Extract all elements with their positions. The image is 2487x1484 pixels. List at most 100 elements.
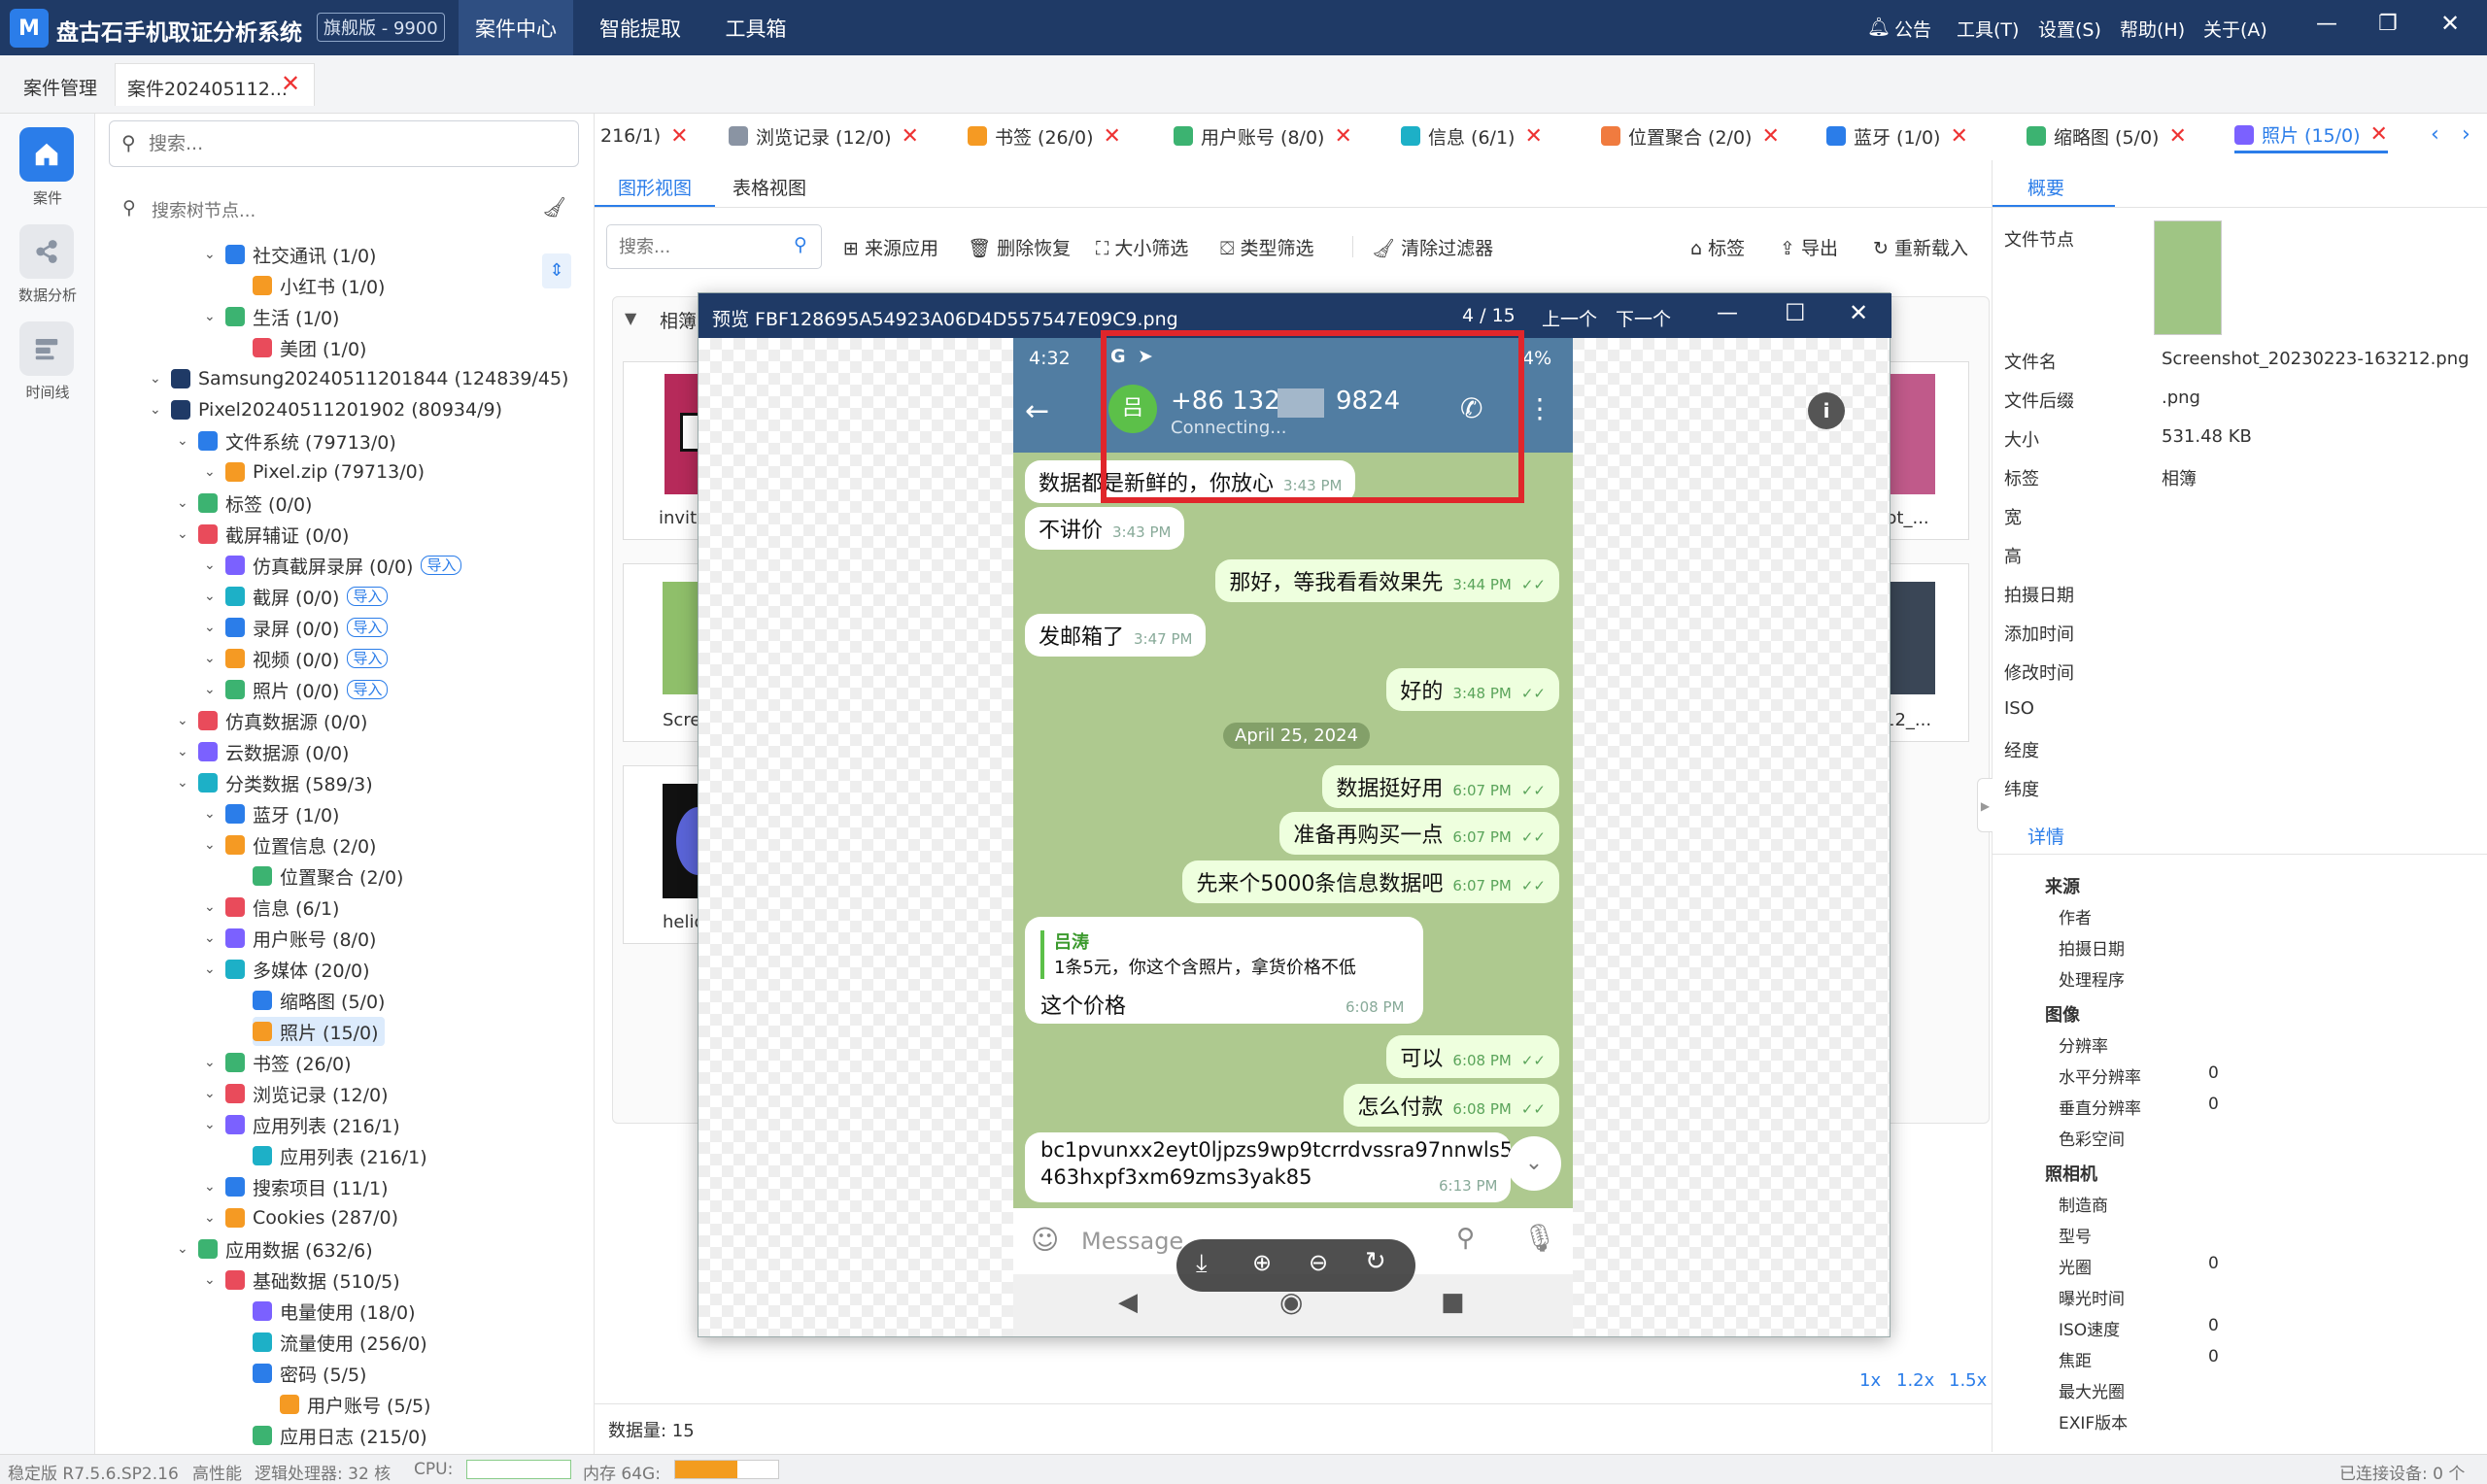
chevron-icon[interactable]: ⌄: [204, 1179, 216, 1195]
case-manage-tab[interactable]: 案件管理: [23, 74, 97, 100]
nav-toolbox[interactable]: 工具箱: [707, 0, 804, 55]
chevron-icon[interactable]: ⌄: [204, 589, 216, 604]
message-bubble[interactable]: 准备再购买一点 6:07 PM ✓✓: [1279, 812, 1559, 855]
tab-table-view[interactable]: 表格视图: [732, 174, 806, 200]
import-button[interactable]: 导入: [347, 680, 389, 699]
close-icon[interactable]: ✕: [1104, 124, 1121, 149]
tools-menu[interactable]: 工具(T): [1957, 16, 2019, 42]
about-menu[interactable]: 关于(A): [2203, 16, 2267, 42]
chevron-icon[interactable]: ⌄: [177, 713, 188, 728]
content-tab[interactable]: 书签 (26/0) ✕: [968, 118, 1121, 153]
type-filter-button[interactable]: ⛋ 类型筛选: [1220, 234, 1314, 260]
chevron-icon[interactable]: ⌄: [150, 402, 161, 418]
close-icon[interactable]: ✕: [281, 70, 300, 97]
chevron-icon[interactable]: ⌄: [204, 464, 216, 480]
close-icon[interactable]: ✕: [902, 124, 919, 149]
tree-node[interactable]: 小红书 (1/0): [253, 271, 385, 300]
deleted-recover-button[interactable]: 🗑︎ 删除恢复: [968, 234, 1071, 260]
size-filter-button[interactable]: ⛶ 大小筛选: [1096, 234, 1188, 260]
tree-node[interactable]: 密码 (5/5): [253, 1359, 366, 1388]
tree-node[interactable]: ⌄ 截屏辅证 (0/0): [177, 520, 349, 549]
attach-icon[interactable]: ⚲: [1456, 1224, 1475, 1253]
tree-node[interactable]: ⌄ Pixel.zip (79713/0): [204, 457, 425, 487]
chevron-icon[interactable]: ⌄: [204, 1055, 216, 1070]
nav-smart-extract[interactable]: 智能提取: [583, 0, 698, 55]
tab-details[interactable]: 详情: [2027, 823, 2064, 849]
chevron-icon[interactable]: ⌄: [177, 1241, 188, 1257]
tree-node[interactable]: ⌄ 基础数据 (510/5): [204, 1265, 400, 1295]
collapse-all-icon[interactable]: ⇕: [542, 253, 571, 288]
close-icon[interactable]: ✕: [670, 124, 688, 149]
chevron-icon[interactable]: ⌄: [204, 899, 216, 915]
nav-case-center[interactable]: 案件中心: [459, 0, 573, 55]
content-tab[interactable]: 信息 (6/1) ✕: [1401, 118, 1543, 153]
chevron-icon[interactable]: ⌄: [204, 309, 216, 324]
content-tab[interactable]: 216/1) ✕: [600, 118, 689, 153]
maximize-icon[interactable]: ☐: [1785, 299, 1806, 326]
chevron-icon[interactable]: ⌄: [204, 1117, 216, 1132]
message-bubble[interactable]: 那好，等我看看效果先 3:44 PM ✓✓: [1215, 559, 1559, 602]
tree-node[interactable]: ⌄ 标签 (0/0): [177, 489, 312, 518]
message-bubble[interactable]: 可以 6:08 PM ✓✓: [1386, 1035, 1559, 1078]
content-tab[interactable]: 照片 (15/0) ✕: [2234, 118, 2388, 153]
close-icon[interactable]: ✕: [1761, 124, 1779, 149]
broom-icon[interactable]: 🧹︎: [542, 195, 566, 219]
rotate-icon[interactable]: ↻: [1365, 1247, 1386, 1276]
close-icon[interactable]: ✕: [1950, 124, 1967, 149]
minimize-icon[interactable]: —: [1717, 301, 1738, 325]
rail-case-button[interactable]: [19, 127, 74, 182]
chevron-icon[interactable]: ⌄: [204, 1272, 216, 1288]
chevron-icon[interactable]: ⌄: [177, 495, 188, 511]
import-button[interactable]: 导入: [421, 556, 462, 575]
tree-node[interactable]: ⌄ 位置信息 (2/0): [204, 830, 376, 860]
tree-node[interactable]: ⌄ 分类数据 (589/3): [177, 768, 373, 797]
gallery-search-box[interactable]: ⚲: [606, 224, 822, 269]
chevron-icon[interactable]: ⌄: [204, 620, 216, 635]
message-bubble[interactable]: 先来个5000条信息数据吧 6:07 PM ✓✓: [1182, 860, 1559, 903]
more-vertical-icon[interactable]: ⋮: [1526, 392, 1553, 424]
tree-node[interactable]: ⌄ 生活 (1/0): [204, 302, 339, 331]
tree-node[interactable]: ⌄ 信息 (6/1): [204, 893, 339, 922]
tree-node[interactable]: ⌄ 录屏 (0/0) 导入: [204, 613, 389, 642]
rail-analysis-button[interactable]: [19, 224, 74, 279]
chevron-icon[interactable]: ⌄: [204, 557, 216, 573]
tree-node[interactable]: ⌄ 蓝牙 (1/0): [204, 799, 339, 828]
scroll-down-icon[interactable]: ⌄: [1507, 1136, 1561, 1191]
tree-node[interactable]: ⌄ 浏览记录 (12/0): [204, 1079, 389, 1108]
zoom-in-icon[interactable]: ⊕: [1252, 1249, 1272, 1276]
chevron-icon[interactable]: ⌄: [204, 247, 216, 262]
tree-node[interactable]: ⌄ 视频 (0/0) 导入: [204, 644, 389, 673]
close-icon[interactable]: ✕: [1849, 299, 1868, 326]
tab-overview[interactable]: 概要: [2027, 174, 2064, 200]
chevron-icon[interactable]: ⌄: [177, 526, 188, 542]
notice-button[interactable]: 公告: [1894, 16, 1931, 42]
content-tab[interactable]: 缩略图 (5/0) ✕: [2027, 118, 2187, 153]
message-bubble[interactable]: 发邮箱了 3:47 PM: [1025, 614, 1207, 657]
chevron-icon[interactable]: ⌄: [204, 806, 216, 822]
chevron-icon[interactable]: ⌄: [204, 682, 216, 697]
tree-node[interactable]: ⌄ 应用数据 (632/6): [177, 1234, 373, 1264]
tree-node[interactable]: 应用列表 (216/1): [253, 1141, 427, 1170]
tree-node[interactable]: 照片 (15/0): [253, 1017, 385, 1046]
tab-scroll-left-icon[interactable]: ‹: [2431, 122, 2439, 147]
tree-node[interactable]: 应用日志 (215/0): [253, 1421, 427, 1450]
panel-toggle-icon[interactable]: ▶: [1977, 778, 1993, 832]
reload-button[interactable]: ↻ 重新载入: [1873, 234, 1968, 260]
close-icon[interactable]: ✕: [1334, 124, 1351, 149]
tree-node[interactable]: ⌄ 仿真截屏录屏 (0/0) 导入: [204, 551, 462, 580]
bell-icon[interactable]: 🔔︎: [1867, 16, 1891, 38]
address-message-bubble[interactable]: bc1pvunxx2eyt0ljpzs9wp9tcrrdvssra97nnwls…: [1025, 1132, 1513, 1202]
export-button[interactable]: ⇪ 导出: [1780, 234, 1838, 260]
nav-back-icon[interactable]: ◀: [1118, 1288, 1138, 1317]
close-icon[interactable]: ✕: [2440, 10, 2460, 37]
tree-node[interactable]: 位置聚合 (2/0): [253, 861, 403, 891]
tab-scroll-right-icon[interactable]: ›: [2462, 122, 2470, 147]
chevron-icon[interactable]: ⌄: [204, 930, 216, 946]
tree-node[interactable]: ⌄ 搜索项目 (11/1): [204, 1172, 389, 1201]
reply-message-bubble[interactable]: 吕涛 1条5元，你这个含照片，拿货价格不低 这个价格 6:08 PM: [1025, 917, 1423, 1024]
chevron-icon[interactable]: ⌄: [204, 1210, 216, 1226]
source-app-button[interactable]: ⊞ 来源应用: [843, 234, 938, 260]
tree-node[interactable]: ⌄ 多媒体 (20/0): [204, 955, 370, 984]
global-search-input[interactable]: [149, 129, 557, 158]
tree-node[interactable]: ⌄ Samsung20240511201844 (124839/45): [150, 364, 568, 393]
